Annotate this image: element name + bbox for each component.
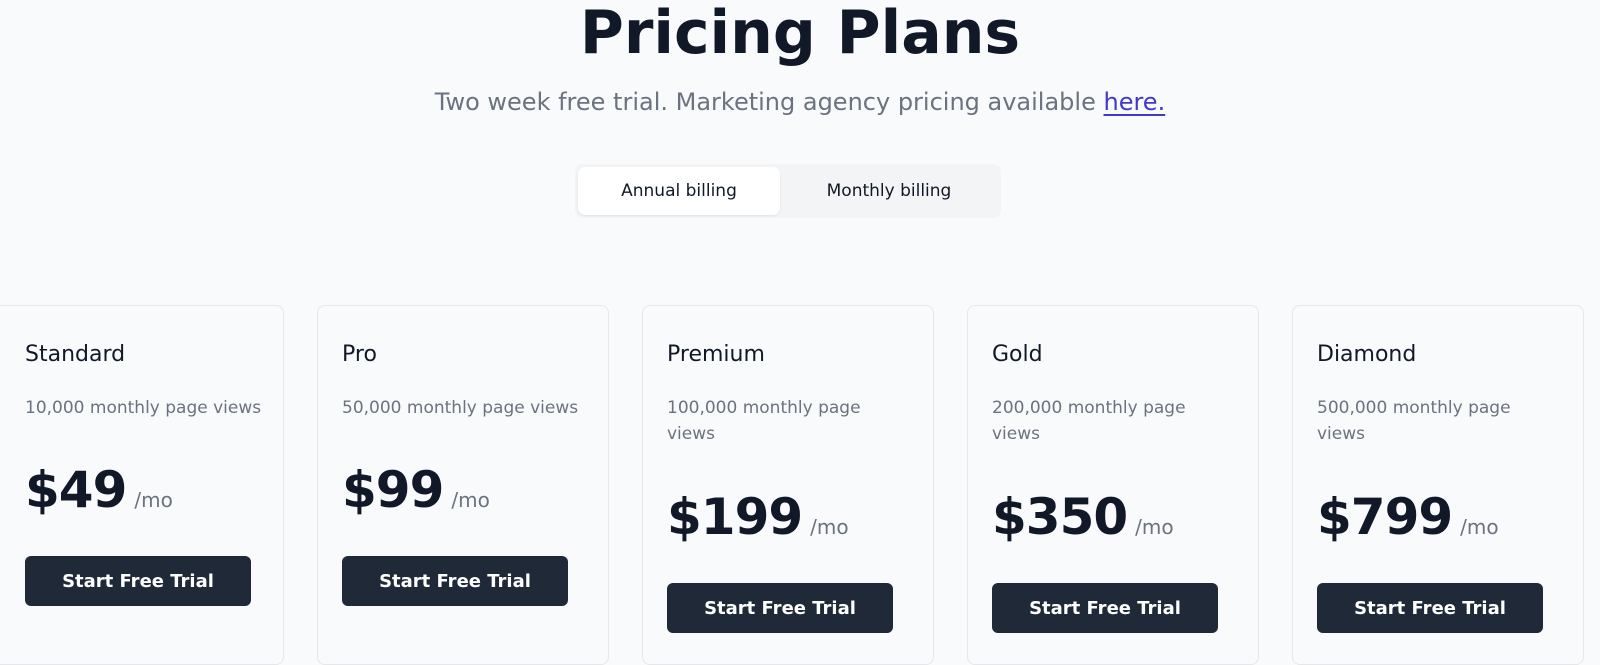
- plan-name: Pro: [342, 342, 377, 367]
- plan-price: $350: [992, 488, 1128, 546]
- price-row: $199 /mo: [667, 488, 849, 546]
- plan-description: 50,000 monthly page views: [342, 398, 579, 418]
- price-row: $799 /mo: [1317, 488, 1499, 546]
- plan-name: Gold: [992, 342, 1043, 367]
- price-period: /mo: [1135, 515, 1174, 539]
- billing-toggle: Annual billing Monthly billing: [575, 164, 1001, 218]
- price-row: $99 /mo: [342, 461, 490, 519]
- page-title: Pricing Plans: [579, 0, 1021, 68]
- page-subtitle: Two week free trial. Marketing agency pr…: [0, 88, 1600, 116]
- plan-name: Standard: [25, 342, 126, 367]
- start-free-trial-button[interactable]: Start Free Trial: [25, 556, 251, 606]
- plan-name: Diamond: [1317, 342, 1417, 367]
- start-free-trial-button[interactable]: Start Free Trial: [667, 583, 893, 633]
- start-free-trial-button[interactable]: Start Free Trial: [1317, 583, 1543, 633]
- plan-name: Premium: [667, 342, 765, 367]
- price-row: $350 /mo: [992, 488, 1174, 546]
- start-free-trial-button[interactable]: Start Free Trial: [342, 556, 568, 606]
- plan-card-gold: Gold 200,000 monthly page views $350 /mo…: [967, 305, 1259, 665]
- price-period: /mo: [134, 488, 173, 512]
- subtitle-text: Two week free trial. Marketing agency pr…: [434, 88, 1104, 116]
- plan-card-premium: Premium 100,000 monthly page views $199 …: [642, 305, 934, 665]
- annual-billing-tab[interactable]: Annual billing: [578, 167, 780, 215]
- price-period: /mo: [451, 488, 490, 512]
- plan-price: $799: [1317, 488, 1453, 546]
- monthly-billing-tab[interactable]: Monthly billing: [780, 167, 998, 215]
- price-period: /mo: [810, 515, 849, 539]
- plan-price: $49: [25, 461, 127, 519]
- plan-description: 10,000 monthly page views: [25, 398, 262, 418]
- agency-pricing-link[interactable]: here.: [1103, 88, 1165, 116]
- plan-description: 200,000 monthly page views: [992, 398, 1186, 444]
- price-period: /mo: [1460, 515, 1499, 539]
- plan-card-diamond: Diamond 500,000 monthly page views $799 …: [1292, 305, 1584, 665]
- plan-description: 100,000 monthly page views: [667, 398, 861, 444]
- plan-card-pro: Pro 50,000 monthly page views $99 /mo St…: [317, 305, 609, 665]
- plan-price: $199: [667, 488, 803, 546]
- plan-card-standard: Standard 10,000 monthly page views $49 /…: [0, 305, 284, 665]
- start-free-trial-button[interactable]: Start Free Trial: [992, 583, 1218, 633]
- plan-price: $99: [342, 461, 444, 519]
- plan-description: 500,000 monthly page views: [1317, 398, 1511, 444]
- price-row: $49 /mo: [25, 461, 173, 519]
